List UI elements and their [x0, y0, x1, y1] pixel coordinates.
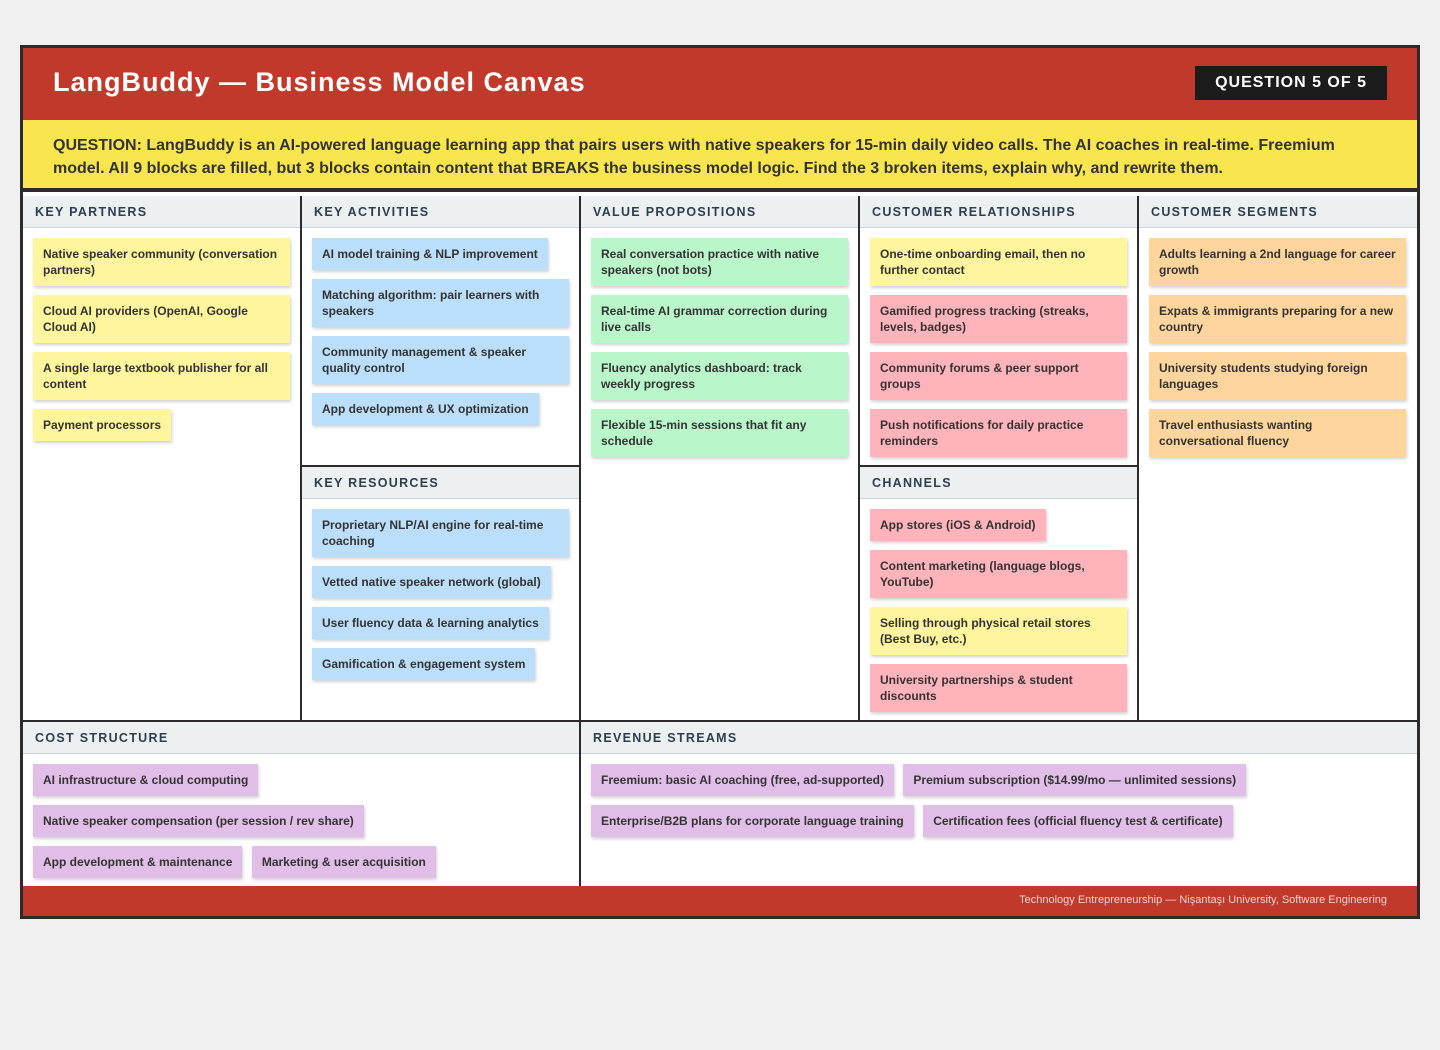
sticky-note[interactable]: Selling through physical retail stores (… [870, 607, 1127, 655]
key-activities-notes: AI model training & NLP improvement Matc… [302, 228, 579, 434]
sticky-note[interactable]: Premium subscription ($14.99/mo — unlimi… [903, 764, 1247, 796]
canvas-grid: KEY PARTNERS Native speaker community (c… [23, 196, 1417, 720]
customer-segments-notes: Adults learning a 2nd language for caree… [1139, 228, 1417, 466]
value-propositions-column: VALUE PROPOSITIONS Real conversation pra… [581, 196, 860, 720]
value-propositions-title: VALUE PROPOSITIONS [581, 196, 858, 228]
cost-structure-notes: AI infrastructure & cloud computing Nati… [23, 754, 579, 887]
question-text: QUESTION: LangBuddy is an AI-powered lan… [23, 120, 1417, 192]
sticky-note[interactable]: Community management & speaker quality c… [312, 336, 569, 384]
sticky-note[interactable]: University students studying foreign lan… [1149, 352, 1406, 400]
channels-notes: App stores (iOS & Android) Content marke… [860, 499, 1137, 721]
key-resources-block: KEY RESOURCES Proprietary NLP/AI engine … [302, 467, 579, 720]
value-propositions-block: VALUE PROPOSITIONS Real conversation pra… [581, 196, 858, 720]
sticky-note[interactable]: Vetted native speaker network (global) [312, 566, 551, 598]
sticky-note[interactable]: Community forums & peer support groups [870, 352, 1127, 400]
revenue-streams-block: REVENUE STREAMS Freemium: basic AI coach… [581, 722, 1417, 886]
sticky-note[interactable]: Real conversation practice with native s… [591, 238, 848, 286]
sticky-note[interactable]: Enterprise/B2B plans for corporate langu… [591, 805, 914, 837]
footer-text: Technology Entrepreneurship — Nişantaşı … [1019, 894, 1387, 906]
sticky-note[interactable]: Marketing & user acquisition [251, 846, 436, 878]
key-resources-title: KEY RESOURCES [302, 467, 579, 499]
sticky-note[interactable]: Adults learning a 2nd language for caree… [1149, 238, 1406, 286]
sticky-note[interactable]: User fluency data & learning analytics [312, 607, 549, 639]
key-partners-block: KEY PARTNERS Native speaker community (c… [23, 196, 300, 720]
key-activities-block: KEY ACTIVITIES AI model training & NLP i… [302, 196, 579, 467]
cost-structure-title: COST STRUCTURE [23, 722, 579, 754]
relationships-channels-column: CUSTOMER RELATIONSHIPS One-time onboardi… [860, 196, 1139, 720]
sticky-note[interactable]: Certification fees (official fluency tes… [923, 805, 1233, 837]
sticky-note[interactable]: Push notifications for daily practice re… [870, 409, 1127, 457]
sticky-note[interactable]: Cloud AI providers (OpenAI, Google Cloud… [33, 295, 290, 343]
customer-relationships-block: CUSTOMER RELATIONSHIPS One-time onboardi… [860, 196, 1137, 467]
question-badge: QUESTION 5 OF 5 [1195, 66, 1387, 100]
key-partners-notes: Native speaker community (conversation p… [23, 228, 300, 450]
bottom-row: COST STRUCTURE AI infrastructure & cloud… [23, 720, 1417, 886]
sticky-note[interactable]: App development & maintenance [33, 846, 243, 878]
customer-segments-column: CUSTOMER SEGMENTS Adults learning a 2nd … [1139, 196, 1417, 720]
sticky-note[interactable]: Native speaker compensation (per session… [33, 805, 364, 837]
sticky-note[interactable]: One-time onboarding email, then no furth… [870, 238, 1127, 286]
sticky-note[interactable]: Real-time AI grammar correction during l… [591, 295, 848, 343]
key-resources-notes: Proprietary NLP/AI engine for real-time … [302, 499, 579, 689]
sticky-note[interactable]: Matching algorithm: pair learners with s… [312, 279, 569, 327]
sticky-note[interactable]: Proprietary NLP/AI engine for real-time … [312, 509, 569, 557]
sticky-note[interactable]: A single large textbook publisher for al… [33, 352, 290, 400]
sticky-note[interactable]: Freemium: basic AI coaching (free, ad-su… [591, 764, 894, 796]
customer-segments-title: CUSTOMER SEGMENTS [1139, 196, 1417, 228]
activities-resources-column: KEY ACTIVITIES AI model training & NLP i… [302, 196, 581, 720]
sticky-note[interactable]: Expats & immigrants preparing for a new … [1149, 295, 1406, 343]
customer-segments-block: CUSTOMER SEGMENTS Adults learning a 2nd … [1139, 196, 1417, 720]
customer-relationships-notes: One-time onboarding email, then no furth… [860, 228, 1137, 466]
sticky-note[interactable]: Fluency analytics dashboard: track weekl… [591, 352, 848, 400]
sticky-note[interactable]: App development & UX optimization [312, 393, 539, 425]
canvas-header: LangBuddy — Business Model Canvas QUESTI… [23, 48, 1417, 120]
sticky-note[interactable]: Gamified progress tracking (streaks, lev… [870, 295, 1127, 343]
value-propositions-notes: Real conversation practice with native s… [581, 228, 858, 466]
sticky-note[interactable]: Travel enthusiasts wanting conversationa… [1149, 409, 1406, 457]
revenue-streams-title: REVENUE STREAMS [581, 722, 1417, 754]
sticky-note[interactable]: Native speaker community (conversation p… [33, 238, 290, 286]
sticky-note[interactable]: App stores (iOS & Android) [870, 509, 1046, 541]
sticky-note[interactable]: Gamification & engagement system [312, 648, 536, 680]
sticky-note[interactable]: Flexible 15-min sessions that fit any sc… [591, 409, 848, 457]
page-title: LangBuddy — Business Model Canvas [53, 67, 586, 97]
sticky-note[interactable]: University partnerships & student discou… [870, 664, 1127, 712]
sticky-note[interactable]: AI infrastructure & cloud computing [33, 764, 259, 796]
revenue-streams-notes: Freemium: basic AI coaching (free, ad-su… [581, 754, 1417, 846]
customer-relationships-title: CUSTOMER RELATIONSHIPS [860, 196, 1137, 228]
sticky-note[interactable]: Payment processors [33, 409, 172, 441]
sticky-note[interactable]: AI model training & NLP improvement [312, 238, 548, 270]
cost-structure-block: COST STRUCTURE AI infrastructure & cloud… [23, 722, 581, 886]
key-partners-column: KEY PARTNERS Native speaker community (c… [23, 196, 302, 720]
footer-bar: Technology Entrepreneurship — Nişantaşı … [23, 886, 1417, 916]
canvas-frame: LangBuddy — Business Model Canvas QUESTI… [20, 45, 1420, 919]
channels-block: CHANNELS App stores (iOS & Android) Cont… [860, 467, 1137, 720]
sticky-note[interactable]: Content marketing (language blogs, YouTu… [870, 550, 1127, 598]
key-activities-title: KEY ACTIVITIES [302, 196, 579, 228]
channels-title: CHANNELS [860, 467, 1137, 499]
key-partners-title: KEY PARTNERS [23, 196, 300, 228]
